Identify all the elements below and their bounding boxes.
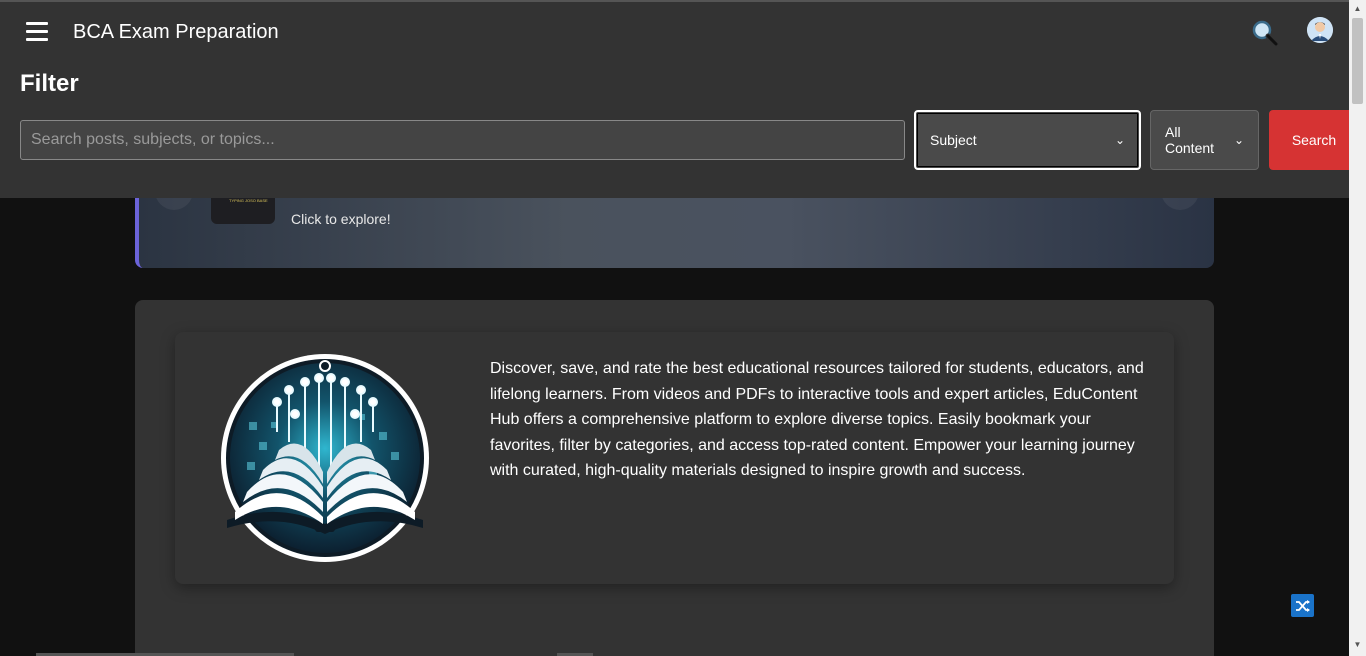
scroll-thumb[interactable] [1352, 18, 1363, 104]
content-type-select-value: All Content [1165, 124, 1215, 156]
top-header: BCA Exam Preparation Filter Subject ⌄ Al… [0, 0, 1359, 198]
page-scrollbar[interactable]: ▲ ▼ [1349, 0, 1366, 656]
about-card: Discover, save, and rate the best educat… [175, 332, 1174, 584]
search-input[interactable] [20, 120, 905, 160]
filter-title: Filter [20, 70, 79, 97]
subject-select[interactable]: Subject ⌄ [914, 110, 1141, 170]
about-section: Discover, save, and rate the best educat… [135, 300, 1214, 656]
about-description: Discover, save, and rate the best educat… [490, 360, 1144, 479]
user-avatar-icon[interactable] [1307, 17, 1333, 43]
app-title: BCA Exam Preparation [73, 21, 279, 43]
hamburger-menu-icon[interactable] [26, 22, 48, 44]
scroll-up-arrow-icon[interactable]: ▲ [1349, 2, 1366, 16]
magnifier-icon[interactable] [1250, 18, 1280, 48]
search-button[interactable]: Search [1269, 110, 1359, 170]
subject-select-value: Subject [930, 132, 977, 148]
chevron-down-icon: ⌄ [1114, 133, 1125, 147]
open-book-logo-icon [219, 352, 431, 564]
shuffle-icon [1295, 599, 1310, 612]
chevron-down-icon: ⌄ [1233, 133, 1244, 147]
banner-thumbnail-text: TYPING JOSO BASE [229, 198, 268, 203]
content-type-select[interactable]: All Content ⌄ [1150, 110, 1259, 170]
shuffle-button[interactable] [1291, 594, 1314, 617]
scroll-down-arrow-icon[interactable]: ▼ [1349, 638, 1366, 652]
banner-subtitle: Click to explore! [291, 211, 391, 227]
